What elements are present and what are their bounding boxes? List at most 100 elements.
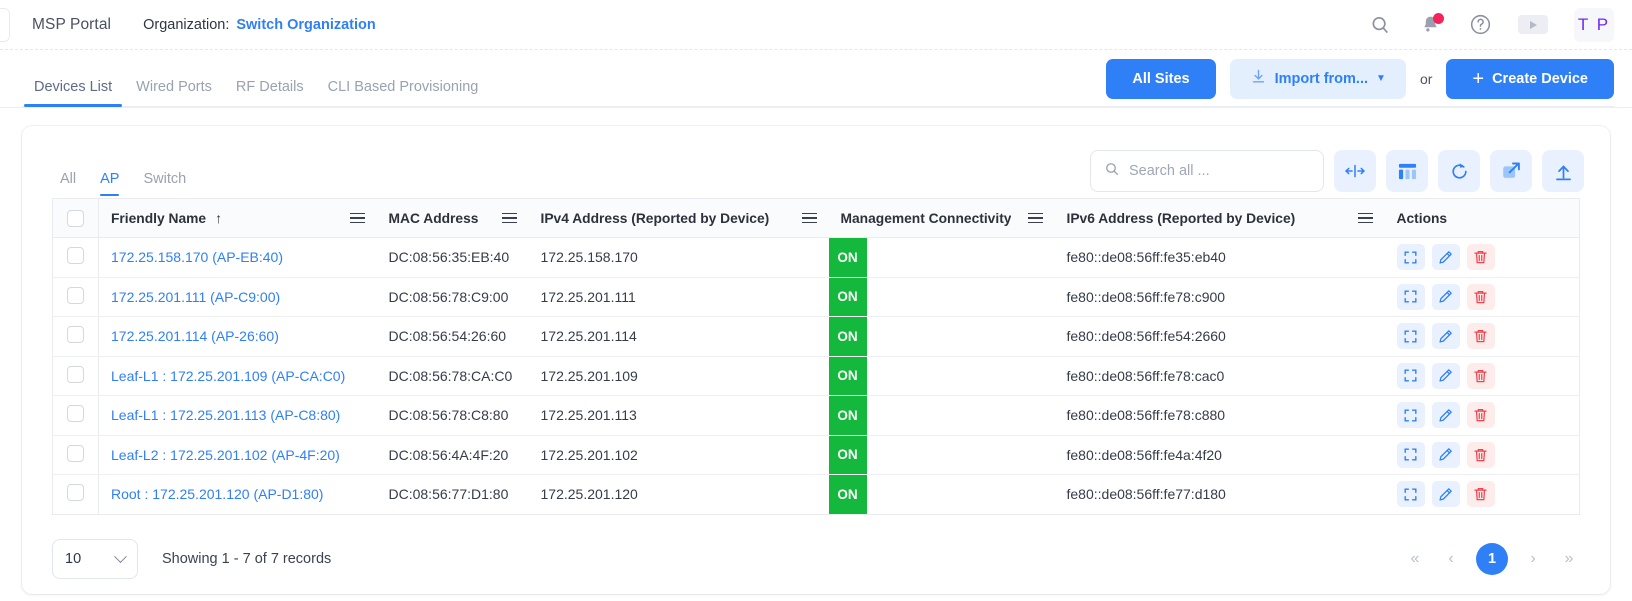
tab-cli-based-provisioning[interactable]: CLI Based Provisioning [316,79,491,108]
pagination-page-1[interactable]: 1 [1476,543,1508,575]
device-name-link[interactable]: Root : 172.25.201.120 (AP-D1:80) [111,486,323,502]
page-size-select[interactable]: 10 [52,539,138,579]
device-name-link[interactable]: Leaf-L1 : 172.25.201.109 (AP-CA:C0) [111,368,345,384]
column-menu-icon[interactable] [492,212,517,224]
delete-trash-icon[interactable] [1466,481,1495,508]
expand-icon[interactable] [1396,441,1425,468]
edit-pencil-icon[interactable] [1431,402,1460,429]
create-device-button[interactable]: + Create Device [1446,58,1614,99]
cell-actions [1384,316,1580,357]
row-checkbox[interactable] [67,484,84,502]
delete-trash-icon[interactable] [1466,323,1495,350]
expand-icon[interactable] [1396,244,1425,271]
table-row[interactable]: Leaf-L2 : 172.25.201.102 (AP-4F:20) DC:08… [52,435,1580,475]
filter-switch[interactable]: Switch [135,171,194,199]
delete-trash-icon[interactable] [1466,402,1495,429]
pagination-first[interactable]: « [1404,548,1426,570]
row-checkbox[interactable] [67,365,84,383]
import-from-button[interactable]: Import from... ▼ [1229,58,1406,99]
filter-all[interactable]: All [52,171,84,199]
help-circle-icon[interactable] [1468,13,1492,37]
device-name-link[interactable]: 172.25.201.114 (AP-26:60) [111,328,279,344]
table-row[interactable]: Leaf-L1 : 172.25.201.109 (AP-CA:C0) DC:08… [52,356,1580,396]
search-icon[interactable] [1368,13,1392,37]
sidebar-rail [0,7,10,42]
column-header-mac-address[interactable]: MAC Address [376,198,529,238]
columns-icon[interactable] [1386,150,1428,192]
cell-actions [1384,435,1580,475]
fit-columns-icon[interactable] [1334,150,1376,192]
plus-icon: + [1472,67,1485,90]
edit-pencil-icon[interactable] [1431,362,1460,389]
column-header-ipv4-address[interactable]: IPv4 Address (Reported by Device) [528,198,829,238]
all-sites-button[interactable]: All Sites [1106,58,1216,99]
upload-icon[interactable] [1542,150,1584,192]
device-name-link[interactable]: 172.25.158.170 (AP-EB:40) [111,249,283,265]
row-action-buttons [1396,362,1572,389]
expand-icon[interactable] [1396,323,1425,350]
pagination-last[interactable]: » [1558,548,1580,570]
expand-icon[interactable] [1396,402,1425,429]
search-input[interactable] [1129,163,1310,179]
device-name-link[interactable]: Leaf-L2 : 172.25.201.102 (AP-4F:20) [111,447,340,463]
row-checkbox[interactable] [67,405,84,423]
cell-mac-address: DC:08:56:78:CA:C0 [376,356,529,396]
delete-trash-icon[interactable] [1466,441,1495,468]
bell-icon[interactable] [1418,12,1444,37]
row-action-buttons [1396,441,1572,468]
column-header-management-connectivity[interactable]: Management Connectivity [828,198,1055,238]
avatar[interactable]: T P [1574,7,1614,42]
edit-pencil-icon[interactable] [1431,441,1460,468]
column-header-friendly-name[interactable]: Friendly Name ↑ [98,198,377,238]
device-name-link[interactable]: 172.25.201.111 (AP-C9:00) [111,289,280,305]
row-checkbox[interactable] [67,247,84,265]
play-icon[interactable] [1518,15,1548,34]
table-row[interactable]: Leaf-L1 : 172.25.201.113 (AP-C8:80) DC:08… [52,395,1580,436]
row-action-buttons [1396,283,1572,310]
edit-pencil-icon[interactable] [1431,481,1460,508]
tab-rf-details[interactable]: RF Details [224,79,316,108]
row-action-buttons [1396,323,1572,350]
edit-pencil-icon[interactable] [1431,244,1460,271]
expand-icon[interactable] [1396,283,1425,310]
device-name-link[interactable]: Leaf-L1 : 172.25.201.113 (AP-C8:80) [111,407,340,423]
select-all-checkbox[interactable] [67,209,84,227]
cell-management-connectivity: ON [828,277,1055,317]
edit-pencil-icon[interactable] [1431,323,1460,350]
column-menu-icon[interactable] [1348,212,1373,224]
delete-trash-icon[interactable] [1466,244,1495,271]
sort-ascending-icon[interactable]: ↑ [215,210,222,226]
delete-trash-icon[interactable] [1466,362,1495,389]
devices-table: Friendly Name ↑ MAC Address IPv4 Address… [52,198,1580,515]
expand-icon[interactable] [1396,362,1425,389]
open-external-icon[interactable] [1490,150,1532,192]
row-checkbox[interactable] [67,286,84,304]
table-row[interactable]: 172.25.158.170 (AP-EB:40) DC:08:56:35:EB:… [52,237,1580,278]
cell-ipv4-address: 172.25.201.113 [528,395,829,436]
cell-management-connectivity: ON [828,395,1055,436]
filter-ap[interactable]: AP [92,171,127,199]
switch-organization-link[interactable]: Switch Organization [236,17,375,33]
tab-devices-list[interactable]: Devices List [22,79,124,108]
row-checkbox[interactable] [67,326,84,344]
column-menu-icon[interactable] [792,212,817,224]
device-type-filters: All AP Switch [52,144,194,198]
refresh-icon[interactable] [1438,150,1480,192]
row-checkbox[interactable] [67,444,84,462]
expand-icon[interactable] [1396,481,1425,508]
showing-records-label: Showing 1 - 7 of 7 records [162,551,332,567]
edit-pencil-icon[interactable] [1431,283,1460,310]
column-menu-icon[interactable] [340,212,365,224]
table-row[interactable]: Root : 172.25.201.120 (AP-D1:80) DC:08:56… [52,474,1580,515]
delete-trash-icon[interactable] [1466,283,1495,310]
search-box[interactable] [1090,150,1324,192]
cell-management-connectivity: ON [828,237,1055,278]
pagination-next[interactable]: › [1522,548,1544,570]
pagination-prev[interactable]: ‹ [1440,548,1462,570]
table-row[interactable]: 172.25.201.114 (AP-26:60) DC:08:56:54:26:… [52,316,1580,357]
column-header-ipv6-address[interactable]: IPv6 Address (Reported by Device) [1054,198,1385,238]
cell-ipv6-address: fe80::de08:56ff:fe78:c900 [1054,277,1385,317]
tab-wired-ports[interactable]: Wired Ports [124,79,224,108]
column-menu-icon[interactable] [1018,212,1043,224]
table-row[interactable]: 172.25.201.111 (AP-C9:00) DC:08:56:78:C9:… [52,277,1580,317]
